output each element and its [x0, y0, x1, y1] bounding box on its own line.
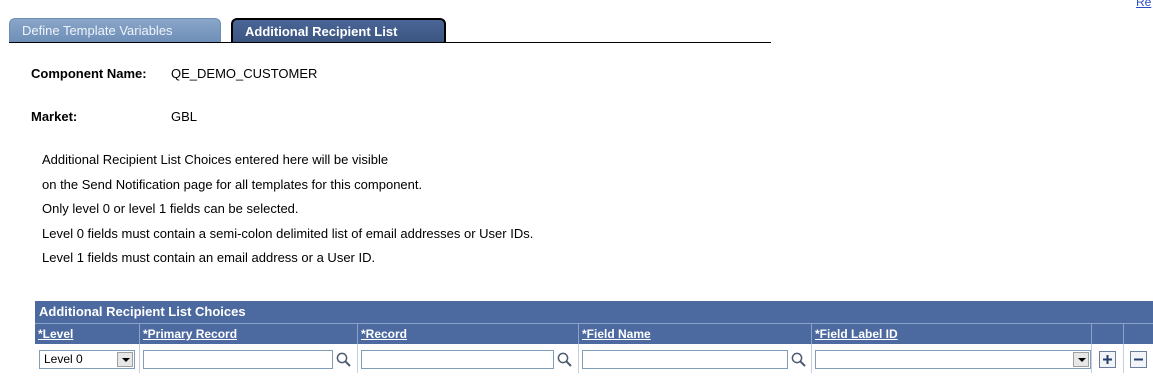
search-icon[interactable]	[556, 351, 574, 369]
grid-row: Level 0	[35, 344, 1153, 373]
grid-title: Additional Recipient List Choices	[35, 301, 1153, 323]
market-label: Market:	[31, 109, 78, 124]
column-header-delete	[1123, 324, 1153, 345]
field-name-cell	[578, 344, 811, 373]
field-name-input[interactable]	[582, 350, 788, 369]
primary-record-cell	[139, 344, 357, 373]
dropdown-arrow-icon[interactable]	[117, 352, 133, 367]
record-input[interactable]	[361, 350, 554, 369]
component-name-label: Component Name:	[31, 66, 147, 81]
primary-record-input[interactable]	[143, 350, 333, 369]
delete-row-button[interactable]	[1130, 351, 1147, 368]
instruction-line: Only level 0 or level 1 fields can be se…	[42, 201, 299, 216]
plus-icon	[1103, 355, 1112, 364]
instruction-line: on the Send Notification page for all te…	[42, 176, 423, 192]
add-row-button[interactable]	[1099, 351, 1116, 368]
search-icon[interactable]	[790, 351, 808, 369]
tab-baseline	[9, 42, 771, 43]
tab-define-template-variables[interactable]: Define Template Variables	[9, 18, 221, 43]
level-select-value: Level 0	[44, 352, 83, 366]
level-cell: Level 0	[35, 344, 139, 373]
instruction-line: Level 0 fields must contain a semi-colon…	[42, 225, 534, 241]
record-cell	[357, 344, 578, 373]
instructions: Additional Recipient List Choices entere…	[42, 148, 533, 271]
search-icon[interactable]	[335, 351, 353, 369]
dropdown-arrow-icon[interactable]	[1073, 352, 1089, 367]
component-name-value: QE_DEMO_CUSTOMER	[171, 66, 318, 81]
tab-additional-recipient-list[interactable]: Additional Recipient List	[231, 18, 446, 43]
minus-icon	[1134, 358, 1143, 361]
field-label-id-select[interactable]	[815, 350, 1091, 369]
corner-link[interactable]: Re	[1136, 0, 1151, 9]
column-header-field-label-id[interactable]: *Field Label ID	[811, 324, 1091, 345]
grid-header-row: *Level *Primary Record *Record *Field Na…	[35, 323, 1153, 345]
column-header-add	[1091, 324, 1123, 345]
market-value: GBL	[171, 109, 198, 124]
instruction-line: Level 1 fields must contain an email add…	[42, 250, 376, 265]
add-cell	[1091, 344, 1123, 373]
column-header-level[interactable]: *Level	[35, 324, 139, 345]
tab-bar: Define Template Variables Additional Rec…	[9, 18, 771, 43]
column-header-primary-record[interactable]: *Primary Record	[139, 324, 357, 345]
recipient-grid: Additional Recipient List Choices *Level…	[35, 301, 1153, 373]
field-label-id-cell	[811, 344, 1091, 373]
column-header-record[interactable]: *Record	[357, 324, 578, 345]
column-header-field-name[interactable]: *Field Name	[578, 324, 811, 345]
level-select[interactable]: Level 0	[39, 350, 135, 369]
delete-cell	[1123, 344, 1153, 373]
instruction-line: Additional Recipient List Choices entere…	[42, 152, 389, 167]
